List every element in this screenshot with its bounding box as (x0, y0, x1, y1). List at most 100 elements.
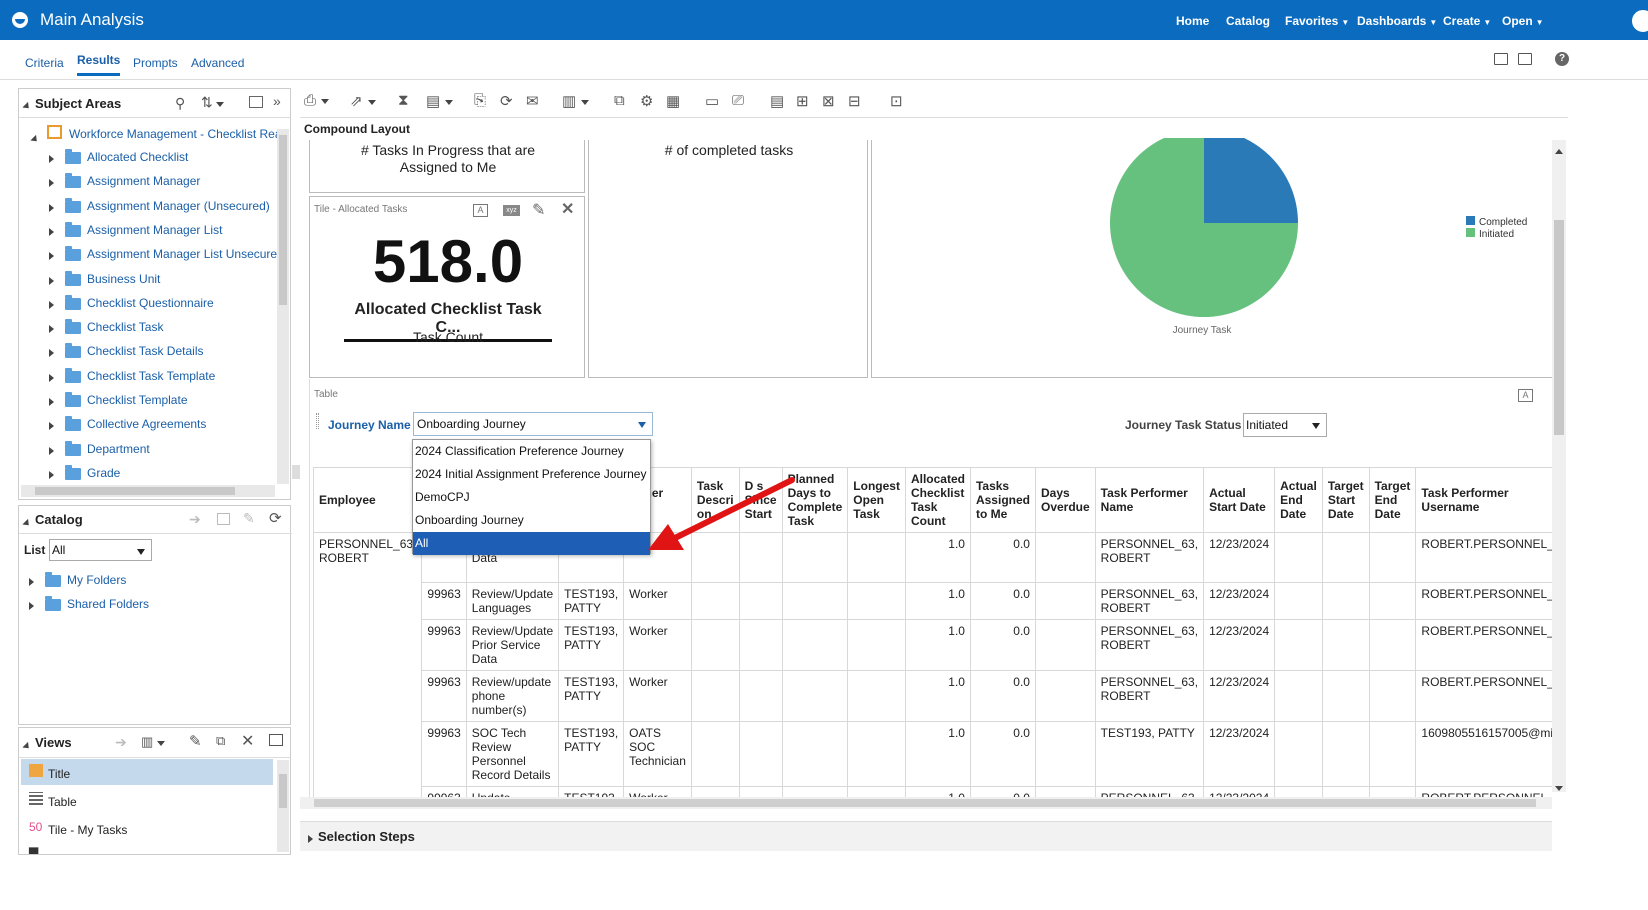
expand-icon[interactable] (49, 371, 54, 385)
expand-icon[interactable] (49, 322, 54, 336)
nav-create[interactable]: Create ▼ (1443, 14, 1491, 28)
subject-area-item[interactable]: Checklist Task Details (87, 344, 203, 358)
dropdown-option[interactable]: 2024 Classification Preference Journey (413, 440, 650, 463)
pie-slice-completed[interactable] (1204, 138, 1298, 223)
expand-root-icon[interactable] (30, 131, 40, 145)
subject-area-item[interactable]: Department (87, 442, 150, 456)
expand-icon[interactable] (49, 468, 54, 482)
column-header[interactable]: Employee (313, 467, 423, 533)
nav-favorites[interactable]: Favorites ▼ (1285, 14, 1349, 28)
expand-icon[interactable] (29, 599, 34, 613)
column-header[interactable]: Actual End Date (1274, 467, 1323, 533)
sort-icon[interactable]: ⇅ (201, 94, 224, 111)
view-item-title[interactable]: Title (21, 759, 273, 785)
format-values-icon[interactable]: xyz (503, 205, 520, 216)
properties-icon[interactable]: ⊡ (890, 92, 903, 110)
expand-icon[interactable] (49, 274, 54, 288)
collapse-icon[interactable] (22, 98, 32, 112)
column-header[interactable]: Target Start Date (1321, 467, 1370, 533)
nav-dashboards[interactable]: Dashboards ▼ (1357, 14, 1437, 28)
dropdown-option[interactable]: 2024 Initial Assignment Preference Journ… (413, 463, 650, 486)
catalog-shared-folders[interactable]: Shared Folders (67, 597, 149, 611)
table-hscrollbar[interactable] (300, 797, 1552, 809)
preview-icon[interactable]: ⎘ (474, 92, 486, 109)
expand-icon[interactable] (49, 152, 54, 166)
expand-icon[interactable] (49, 176, 54, 190)
drag-handle[interactable] (316, 413, 319, 429)
data-icon[interactable]: ▤ (770, 92, 784, 110)
email-icon[interactable]: ✉ (526, 92, 539, 110)
results-vscrollbar[interactable] (1552, 140, 1566, 792)
subject-area-item[interactable]: Checklist Task Template (87, 369, 215, 383)
close-icon[interactable]: ✕ (241, 731, 254, 751)
column-header[interactable]: Target End Date (1368, 467, 1417, 533)
save-icon[interactable] (1494, 53, 1508, 65)
print-icon[interactable]: ⎙ (304, 92, 330, 109)
nav-open[interactable]: Open ▼ (1502, 14, 1544, 28)
new-view-icon[interactable]: ▥ (562, 92, 590, 110)
subject-areas-scrollbar[interactable] (277, 129, 289, 484)
chevron-down-icon[interactable] (367, 99, 376, 105)
expand-icon[interactable] (49, 249, 54, 263)
catalog-my-folders[interactable]: My Folders (67, 573, 126, 587)
nav-home[interactable]: Home (1176, 14, 1209, 28)
journey-task-status-select[interactable]: Initiated (1243, 413, 1327, 437)
tab-criteria[interactable]: Criteria (25, 56, 64, 70)
scroll-up-icon[interactable] (1555, 143, 1563, 157)
subject-areas-hscrollbar[interactable] (21, 485, 275, 497)
refresh-icon[interactable]: ⟳ (500, 92, 513, 110)
chevron-down-icon[interactable] (321, 98, 330, 104)
format-text-icon[interactable]: A (473, 204, 488, 217)
column-header[interactable]: Actual Start Date (1203, 467, 1276, 533)
dropdown-option[interactable]: DemoCPJ (413, 486, 650, 509)
nav-catalog[interactable]: Catalog (1226, 14, 1270, 28)
calc-icon[interactable]: ▦ (666, 92, 680, 110)
subject-area-item[interactable]: Assignment Manager (Unsecured) (87, 199, 270, 213)
expand-icon[interactable] (49, 225, 54, 239)
hierarchy-icon[interactable]: ⊞ (796, 92, 809, 110)
export-text-icon[interactable]: ⎚ (732, 92, 744, 109)
search-icon[interactable]: ⚲ (175, 95, 185, 112)
subject-area-root[interactable]: Workforce Management - Checklist Real (69, 127, 284, 141)
save-as-icon[interactable] (1518, 53, 1532, 65)
view-item-table[interactable]: Table (21, 787, 273, 813)
column-header[interactable]: Allocated Checklist Task Count (904, 467, 971, 533)
refresh-subject-areas-icon[interactable] (249, 96, 263, 108)
expand-icon[interactable] (29, 575, 34, 589)
print-options-icon[interactable]: ▤ (426, 92, 454, 110)
format-icon[interactable]: ▭ (705, 92, 719, 110)
schedule-icon[interactable]: ⧗ (398, 92, 409, 109)
chevron-down-icon[interactable] (581, 99, 590, 105)
column-header[interactable]: Tasks Assigned to Me (969, 467, 1036, 533)
subject-area-item[interactable]: Allocated Checklist (87, 150, 188, 164)
expand-icon[interactable] (49, 298, 54, 312)
dropdown-option[interactable]: All (413, 532, 650, 555)
views-scrollbar[interactable] (277, 760, 289, 852)
tab-prompts[interactable]: Prompts (133, 56, 178, 70)
clear-icon[interactable]: ⊠ (822, 92, 835, 110)
pencil-icon[interactable]: ✎ (532, 200, 545, 220)
subject-area-item[interactable]: Assignment Manager List Unsecured (87, 247, 284, 261)
filter-icon[interactable]: ⚙ (640, 92, 653, 110)
splitter-handle[interactable] (292, 465, 300, 479)
chevron-down-icon[interactable] (445, 99, 454, 105)
duplicate-view-icon[interactable]: ⧉ (216, 733, 225, 749)
subject-area-item[interactable]: Grade (87, 466, 120, 480)
toggle-icon[interactable]: ⊟ (848, 92, 861, 110)
catalog-list-select[interactable]: All (49, 539, 152, 561)
new-view-icon[interactable]: ▥ (141, 734, 166, 750)
collapse-icon[interactable] (22, 515, 32, 529)
subject-area-item[interactable]: Business Unit (87, 272, 160, 286)
tab-results[interactable]: Results (77, 53, 121, 76)
column-header[interactable]: Days Overdue (1034, 467, 1096, 533)
expand-icon[interactable] (49, 346, 54, 360)
column-header[interactable]: Task Performer Username (1415, 467, 1552, 533)
dropdown-option[interactable]: Onboarding Journey (413, 509, 650, 532)
subject-area-item[interactable]: Assignment Manager List (87, 223, 222, 237)
expand-icon[interactable] (49, 395, 54, 409)
export-icon[interactable]: ⇗ (350, 92, 376, 110)
selection-steps-bar[interactable]: Selection Steps (300, 821, 1552, 851)
journey-name-select[interactable]: Onboarding Journey (413, 412, 653, 436)
subject-area-item[interactable]: Checklist Questionnaire (87, 296, 214, 310)
expand-icon[interactable] (49, 419, 54, 433)
